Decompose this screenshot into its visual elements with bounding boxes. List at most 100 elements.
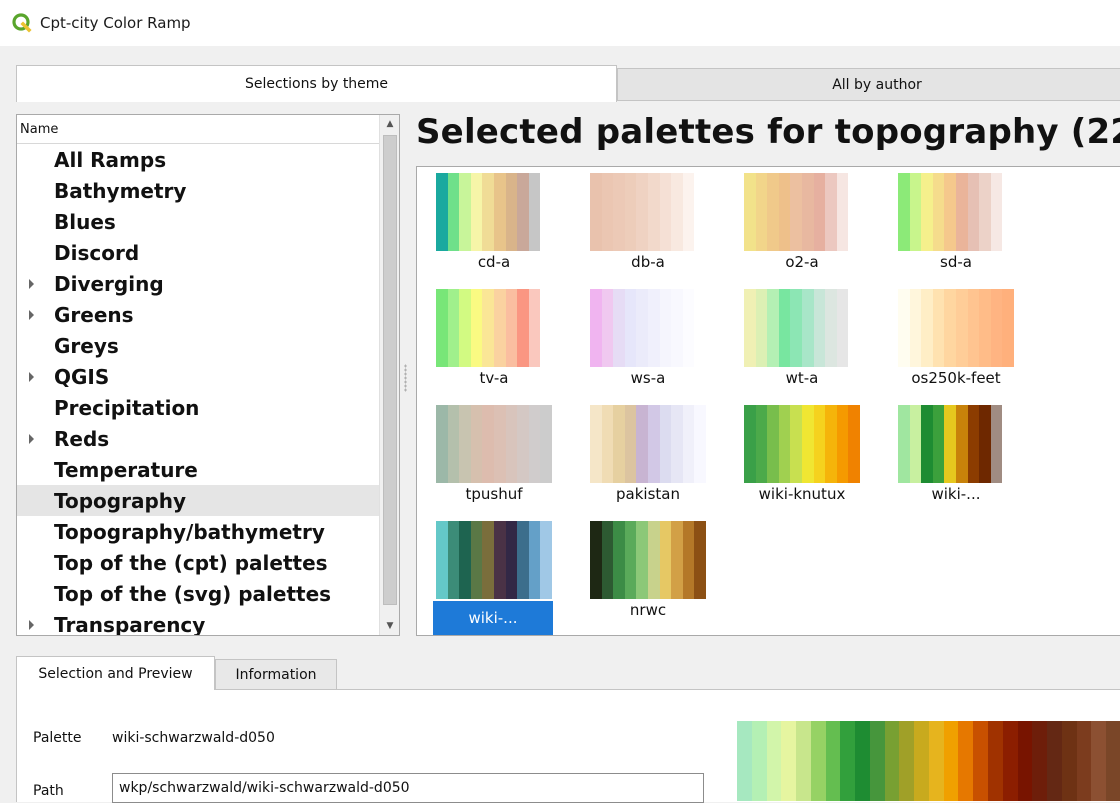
scroll-up-icon[interactable]: ▲ [380,115,399,133]
tree-item-label: Reds [54,426,110,451]
tree-item[interactable]: Transparency [17,609,380,636]
palette-name: tpushuf [465,485,523,503]
palette-swatch[interactable] [436,405,552,483]
palette-item[interactable]: wt-a [725,283,860,399]
tree-item[interactable]: All Ramps [17,144,380,175]
tree-items: All Ramps Bathymetry Blues Discord Diverging… [17,144,380,636]
tree-item[interactable]: QGIS [17,361,380,392]
qgis-logo-icon [12,13,32,33]
tab-selections-by-theme[interactable]: Selections by theme [16,65,617,102]
palette-swatch[interactable] [590,173,706,251]
expand-arrow-icon[interactable] [29,372,34,382]
tab-all-by-author[interactable]: All by author [617,68,1120,101]
path-field[interactable]: wkp/schwarzwald/wiki-schwarzwald-d050 [112,773,704,803]
tree-item[interactable]: Topography/bathymetry [17,516,380,547]
palette-swatch[interactable] [436,521,552,599]
palette-name: o2-a [785,253,819,271]
palette-swatch[interactable] [744,405,860,483]
tree-item-label: Blues [54,209,116,234]
tree-item[interactable]: Diverging [17,268,380,299]
tree-item[interactable]: Bathymetry [17,175,380,206]
tree-item-label: Bathymetry [54,178,187,203]
palette-item[interactable]: sd-a [879,167,1014,283]
expand-arrow-icon[interactable] [29,620,34,630]
palette-name: wiki-knutux [758,485,846,503]
tree-scrollbar[interactable]: ▲ ▼ [379,115,399,635]
tree-item-label: Discord [54,240,140,265]
tree-item[interactable]: Greens [17,299,380,330]
theme-tree[interactable]: Name All Ramps Bathymetry Blues Discord Dive… [16,114,400,636]
tree-item[interactable]: Precipitation [17,392,380,423]
palette-swatch[interactable] [590,521,706,599]
palette-name: sd-a [940,253,972,271]
palette-value: wiki-schwarzwald-d050 [112,730,275,746]
tree-item[interactable]: Topography [17,485,380,516]
palette-item[interactable]: wiki-... [417,515,553,635]
top-tab-bar: Selections by theme All by author [16,65,1120,102]
tree-item-label: Top of the (svg) palettes [54,581,332,606]
palette-name: ws-a [630,369,666,387]
palette-swatch[interactable] [744,173,860,251]
tree-item-label: Greys [54,333,119,358]
scroll-down-icon[interactable]: ▼ [380,617,399,635]
palette-name: cd-a [477,253,511,271]
tree-item-label: All Ramps [54,147,167,172]
expand-arrow-icon[interactable] [29,279,34,289]
tree-header-name[interactable]: Name [17,115,380,144]
tree-item-label: Top of the (cpt) palettes [54,550,328,575]
palette-name: pakistan [616,485,680,503]
splitter-handle[interactable] [404,364,407,392]
palette-name: nrwc [629,601,667,619]
tree-item[interactable]: Temperature [17,454,380,485]
tree-item[interactable]: Top of the (cpt) palettes [17,547,380,578]
palette-item[interactable]: o2-a [725,167,860,283]
window-title: Cpt-city Color Ramp [40,14,191,32]
tree-item[interactable]: Blues [17,206,380,237]
palette-item[interactable]: ws-a [571,283,706,399]
tree-item-label: Precipitation [54,395,200,420]
palette-item[interactable]: os250k-feet [879,283,1014,399]
palette-name: tv-a [479,369,509,387]
ramp-preview [737,721,1120,801]
palette-swatch[interactable] [744,289,860,367]
tree-item-label: Topography/bathymetry [54,519,325,544]
palette-item[interactable]: wiki-knutux [725,399,860,515]
palette-name: os250k-feet [911,369,1001,387]
palette-item[interactable]: nrwc [571,515,706,631]
expand-arrow-icon[interactable] [29,434,34,444]
palette-item[interactable]: tv-a [417,283,552,399]
path-label: Path [33,783,64,799]
palette-swatch[interactable] [898,173,1014,251]
palette-item[interactable]: db-a [571,167,706,283]
palette-swatch[interactable] [590,289,706,367]
tree-item[interactable]: Discord [17,237,380,268]
tab-selection-and-preview[interactable]: Selection and Preview [16,656,215,690]
tab-information[interactable]: Information [215,659,337,690]
palette-name: wiki-... [931,485,981,503]
tree-item[interactable]: Top of the (svg) palettes [17,578,380,609]
palette-swatch[interactable] [590,405,706,483]
palette-item[interactable]: cd-a [417,167,552,283]
palette-swatch[interactable] [898,405,1014,483]
tree-item-label: Greens [54,302,134,327]
palette-swatch[interactable] [436,289,552,367]
palette-swatch[interactable] [898,289,1014,367]
tree-item-label: Temperature [54,457,198,482]
scroll-thumb[interactable] [383,135,397,605]
tree-item[interactable]: Greys [17,330,380,361]
palette-item[interactable]: tpushuf [417,399,552,515]
palette-swatch[interactable] [436,173,552,251]
selection-preview-panel: Palette wiki-schwarzwald-d050 Path wkp/s… [16,689,1120,803]
tree-item-label: Transparency [54,612,206,636]
title-bar: Cpt-city Color Ramp [0,0,1120,46]
palette-label: Palette [33,730,82,746]
tree-item[interactable]: Reds [17,423,380,454]
palette-name: db-a [631,253,665,271]
bottom-tab-bar: Selection and Preview Information [16,656,1120,690]
palette-item[interactable]: wiki-... [879,399,1014,515]
palette-item[interactable]: pakistan [571,399,706,515]
palette-grid: cd-a db-a o2-a sd-a tv-a ws-a wt-a os250k-feet t… [416,166,1120,636]
palette-name: wt-a [785,369,819,387]
tree-item-label: QGIS [54,364,110,389]
expand-arrow-icon[interactable] [29,310,34,320]
